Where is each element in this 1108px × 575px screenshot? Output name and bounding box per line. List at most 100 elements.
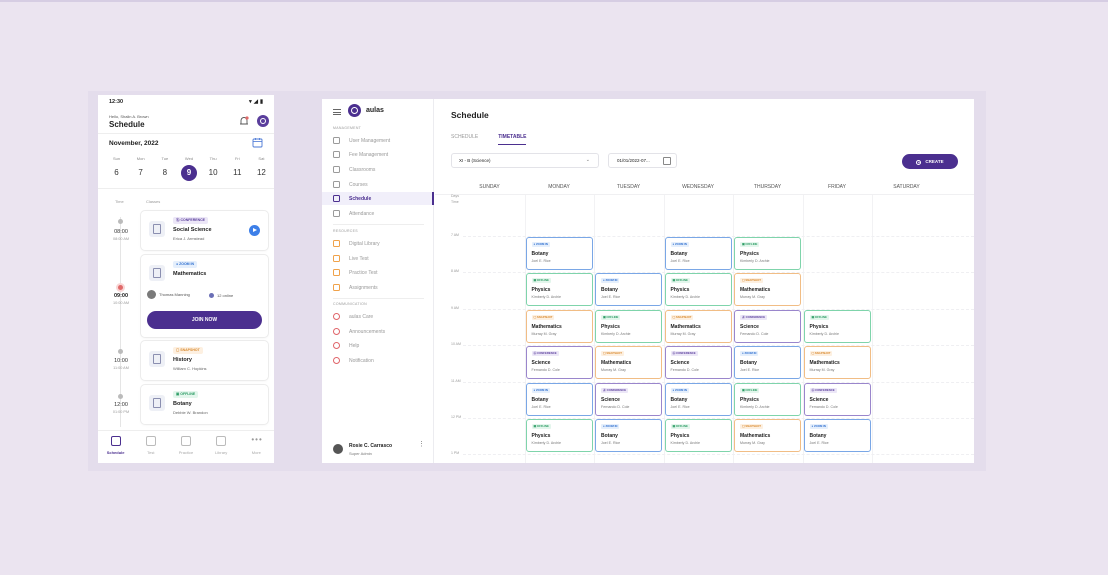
class-event-card[interactable]: ● ZOOM IN Botany Joel E. Rice bbox=[664, 382, 732, 416]
class-event-card[interactable]: Ⓐ CONFERENCE Science Fernando D. Cole bbox=[525, 346, 593, 380]
timeline-dot bbox=[118, 349, 123, 354]
class-event-card[interactable]: ▣ OFFLINE Physics Kimberly D. Archie bbox=[525, 273, 593, 307]
day-fri[interactable]: Fri 11 bbox=[228, 156, 247, 181]
event-tag: ● ZOOM IN bbox=[809, 424, 828, 429]
more-icon: ••• bbox=[251, 435, 263, 444]
sidebar-item-assignments[interactable]: Assignments bbox=[322, 281, 434, 294]
chevron-down-icon: ⌄ bbox=[585, 157, 590, 163]
user-avatar[interactable] bbox=[333, 444, 343, 454]
time-row-label: 12 PM bbox=[451, 415, 462, 419]
class-event-card[interactable]: ▣ OFFLINE Physics Kimberly D. Archie bbox=[595, 309, 662, 343]
event-teacher: Fernando D. Cole bbox=[740, 331, 769, 336]
class-event-card[interactable]: ▢ SNAPSHOT Mathematics Murray M. Gray bbox=[664, 309, 732, 343]
class-event-card[interactable]: ▢ SNAPSHOT Mathematics Murray M. Gray bbox=[595, 346, 662, 380]
event-subject: Mathematics bbox=[740, 433, 771, 439]
class-event-card[interactable]: Ⓐ CONFERENCE Science Fernando D. Cole bbox=[803, 382, 871, 416]
class-card[interactable]: ▢ SNAPSHOT History William C. Hopkins bbox=[141, 341, 268, 380]
tab-timetable[interactable]: TIMETABLE bbox=[498, 134, 527, 145]
calendar-icon[interactable] bbox=[252, 137, 263, 148]
user-name: Rosie C. Carrasco bbox=[349, 443, 393, 449]
class-event-card[interactable]: ● ZOOM IN Botany Joel E. Rice bbox=[595, 273, 662, 307]
nav-more[interactable]: ••• More bbox=[241, 436, 271, 463]
class-event-card[interactable]: ● ZOOM IN Botany Joel E. Rice bbox=[525, 237, 593, 270]
class-event-card[interactable]: ● ZOOM IN Botany Joel E. Rice bbox=[595, 419, 662, 452]
class-event-card[interactable]: Ⓐ CONFERENCE Science Fernando D. Cole bbox=[664, 346, 732, 380]
create-button[interactable]: + CREATE bbox=[902, 154, 958, 169]
nav-test[interactable]: Test bbox=[136, 436, 166, 463]
event-subject: Physics bbox=[670, 433, 690, 439]
day-thu[interactable]: Thu 10 bbox=[204, 156, 223, 181]
page-title: Schedule bbox=[109, 120, 145, 129]
class-event-card[interactable]: ● ZOOM IN Botany Joel E. Rice bbox=[734, 346, 801, 380]
sidebar-item-digital-library[interactable]: Digital Library bbox=[322, 237, 434, 250]
class-event-card[interactable]: ● ZOOM IN Botany Joel E. Rice bbox=[525, 382, 593, 416]
class-title: Botany bbox=[173, 401, 192, 407]
class-event-card[interactable]: ▣ OFFLINE Physics Kimberly D. Archie bbox=[525, 419, 593, 452]
class-event-card[interactable]: ▣ OFFLINE Physics Kimberly D. Archie bbox=[734, 237, 801, 270]
group-communication: COMMUNICATION bbox=[333, 302, 367, 306]
class-select[interactable]: XI - B (Science) ⌄ bbox=[451, 153, 599, 168]
app-name: aulas bbox=[366, 107, 384, 114]
class-event-card[interactable]: ▢ SNAPSHOT Mathematics Murray M. Gray bbox=[525, 309, 593, 343]
day-mon[interactable]: Mon 7 bbox=[131, 156, 150, 181]
event-tag: ▣ OFFLINE bbox=[740, 387, 760, 393]
sidebar-item-classrooms[interactable]: Classrooms bbox=[322, 163, 434, 176]
sidebar-item-schedule[interactable]: Schedule bbox=[322, 192, 434, 205]
more-vertical-icon[interactable]: ⋮ bbox=[418, 441, 425, 448]
class-card[interactable]: Ⓐ CONFERENCE Social Science Erica J. Arm… bbox=[141, 211, 268, 250]
day-sat[interactable]: Sat 12 bbox=[252, 156, 271, 181]
join-now-button[interactable]: JOIN NOW bbox=[147, 311, 262, 329]
sidebar-item-courses[interactable]: Courses bbox=[322, 178, 434, 191]
date-range-field[interactable]: 01/01/2022-07... bbox=[608, 153, 677, 168]
event-tag: ▢ SNAPSHOT bbox=[531, 314, 555, 320]
day-wed-selected[interactable]: Wed 9 bbox=[179, 156, 198, 181]
class-event-card[interactable]: ▢ SNAPSHOT Mathematics Murray M. Gray bbox=[734, 273, 801, 307]
sidebar-item-attendance[interactable]: Attendance bbox=[322, 207, 434, 220]
day-tue[interactable]: Tue 8 bbox=[155, 156, 174, 181]
profile-avatar[interactable] bbox=[257, 115, 269, 127]
timeline-dot bbox=[118, 394, 123, 399]
event-tag: Ⓐ CONFERENCE bbox=[809, 387, 837, 393]
nav-library[interactable]: Library bbox=[206, 436, 236, 463]
event-subject: Botany bbox=[670, 396, 688, 403]
event-teacher: Murray M. Gray bbox=[601, 368, 626, 373]
menu-icon[interactable] bbox=[333, 109, 341, 115]
nav-schedule[interactable]: Schedule bbox=[101, 436, 131, 463]
class-event-card[interactable]: ● ZOOM IN Botany Joel E. Rice bbox=[664, 237, 732, 270]
sidebar-item-announcements[interactable]: Announcements bbox=[322, 325, 434, 338]
event-subject: Mathematics bbox=[670, 323, 701, 330]
class-event-card[interactable]: ▣ OFFLINE Physics Kimberly D. Archie bbox=[734, 382, 801, 416]
tab-schedule[interactable]: SCHEDULE bbox=[451, 134, 478, 145]
nav-practice[interactable]: Practice bbox=[171, 436, 201, 463]
sidebar-item-practice-test[interactable]: Practice Test bbox=[322, 266, 434, 279]
event-tag: ● ZOOM IN bbox=[740, 351, 759, 357]
class-event-card[interactable]: ▣ OFFLINE Physics Kimberly D. Archie bbox=[664, 273, 732, 307]
class-event-card[interactable]: ● ZOOM IN Botany Joel E. Rice bbox=[803, 419, 871, 452]
sidebar-item-help[interactable]: Help bbox=[322, 339, 434, 352]
event-tag: ● ZOOM IN bbox=[670, 387, 689, 393]
class-event-card[interactable]: ▣ OFFLINE Physics Kimberly D. Archie bbox=[803, 309, 871, 343]
sidebar-item-fee-management[interactable]: Fee Management bbox=[322, 148, 434, 161]
event-teacher: Kimberly D. Archie bbox=[740, 259, 770, 263]
class-icon bbox=[149, 351, 165, 367]
play-icon[interactable] bbox=[249, 225, 260, 236]
class-event-card[interactable]: Ⓐ CONFERENCE Science Fernando D. Cole bbox=[734, 309, 801, 343]
day-sun[interactable]: Sun 6 bbox=[107, 156, 126, 181]
class-event-card[interactable]: ▢ SNAPSHOT Mathematics Murray M. Gray bbox=[803, 346, 871, 380]
sidebar-item-user-management[interactable]: User Management bbox=[322, 134, 434, 147]
class-event-card[interactable]: Ⓐ CONFERENCE Science Fernando D. Cole bbox=[595, 382, 662, 416]
event-subject: Science bbox=[740, 323, 759, 330]
class-event-card[interactable]: ▣ OFFLINE Physics Kimberly D. Archie bbox=[664, 419, 732, 452]
live-test-icon bbox=[333, 255, 340, 262]
column-time: Time bbox=[115, 199, 124, 204]
sidebar-item-aulas-care[interactable]: aulas Care bbox=[322, 310, 434, 323]
sidebar-item-notification[interactable]: Notification bbox=[322, 354, 434, 367]
event-tag: ▣ OFFLINE bbox=[740, 242, 760, 247]
event-subject: Science bbox=[601, 396, 620, 403]
class-card[interactable]: ▣ OFFLINE Botany Debbie W. Brandon bbox=[141, 385, 268, 424]
class-event-card[interactable]: ▢ SNAPSHOT Mathematics Murray M. Gray bbox=[734, 419, 801, 452]
group-resources: RESOURCES bbox=[333, 229, 358, 233]
sidebar-item-live-test[interactable]: Live Test bbox=[322, 252, 434, 265]
class-card-live[interactable]: ● ZOOM IN Mathematics Thomas Manning 12 … bbox=[141, 255, 268, 337]
bell-icon[interactable] bbox=[239, 116, 249, 127]
